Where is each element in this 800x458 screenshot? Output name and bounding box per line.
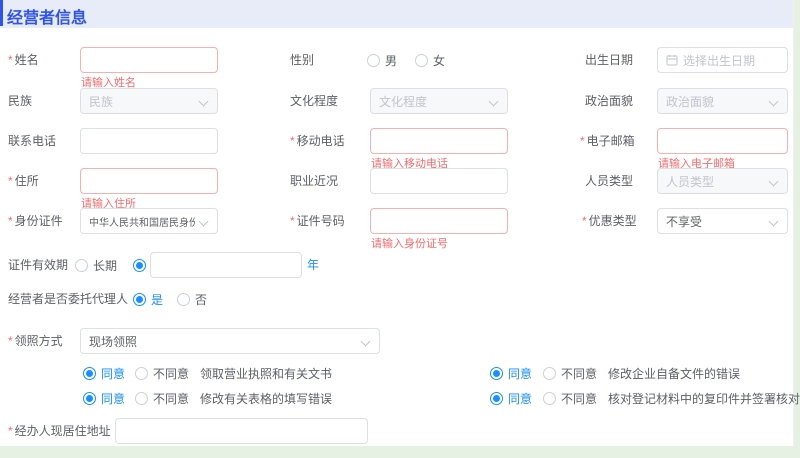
- chevron-down-icon: [199, 217, 209, 227]
- radio-icon: [177, 293, 190, 306]
- contact-phone-label: 联系电话: [8, 128, 56, 154]
- chevron-down-icon: [489, 97, 499, 107]
- agent-address-label: *经办人现居住地址: [8, 418, 111, 444]
- id-type-select[interactable]: 中华人民共和国居民身份证: [80, 208, 218, 234]
- chevron-down-icon: [361, 337, 371, 347]
- radio-icon: [415, 54, 428, 67]
- page-title: 经营者信息: [7, 4, 87, 28]
- id-validity-label: 证件有效期: [8, 252, 68, 278]
- gender-radio-female[interactable]: 女: [415, 53, 445, 67]
- gender-radio-male[interactable]: 男: [367, 53, 397, 67]
- education-label: 文化程度: [290, 88, 338, 114]
- email-input[interactable]: [658, 129, 787, 153]
- residence-label: *住所: [8, 168, 39, 194]
- entrust-radio-no[interactable]: 否: [177, 292, 207, 306]
- personnel-type-label: 人员类型: [585, 168, 633, 194]
- agreement-1-disagree-radio[interactable]: 不同意领取营业执照和有关文书: [135, 366, 332, 380]
- mobile-phone-input[interactable]: [371, 129, 507, 153]
- agent-address-field[interactable]: [115, 418, 368, 444]
- radio-icon: [75, 259, 88, 272]
- ethnicity-select[interactable]: 民族: [80, 88, 218, 114]
- header-accent-bar: [0, 0, 3, 26]
- radio-selected-icon: [133, 293, 146, 306]
- residence-field[interactable]: [80, 168, 218, 194]
- education-select[interactable]: 文化程度: [370, 88, 508, 114]
- agreement-3-description: 修改有关表格的填写错误: [200, 390, 332, 407]
- political-status-label: 政治面貌: [585, 88, 633, 114]
- contact-phone-input[interactable]: [81, 129, 217, 153]
- agreement-3-disagree-radio[interactable]: 不同意修改有关表格的填写错误: [135, 391, 332, 405]
- id-number-field[interactable]: [370, 208, 508, 234]
- section-header: 经营者信息: [0, 0, 793, 28]
- radio-icon: [135, 392, 148, 405]
- operator-info-panel: 经营者信息 *姓名 请输入姓名 性别 男 女 出生日期 选择出生日期 民族 民族…: [0, 0, 794, 446]
- id-type-label: *身份证件: [8, 208, 63, 234]
- mobile-phone-label: *移动电话: [290, 128, 345, 154]
- year-suffix: 年: [307, 252, 319, 278]
- radio-selected-icon: [490, 367, 503, 380]
- entrust-agent-label: 经营者是否委托代理人: [8, 286, 128, 312]
- birth-date-placeholder: 选择出生日期: [683, 52, 755, 69]
- radio-icon: [367, 54, 380, 67]
- agreement-3-agree-radio[interactable]: 同意: [83, 391, 125, 405]
- agreement-4-disagree-radio[interactable]: 不同意核对登记材料中的复印件并签署核对意见: [543, 391, 800, 405]
- preferential-type-label: *优惠类型: [582, 208, 637, 234]
- contact-phone-field[interactable]: [80, 128, 218, 154]
- agreement-2-agree-radio[interactable]: 同意: [490, 366, 532, 380]
- name-field[interactable]: [80, 47, 218, 73]
- birth-date-picker[interactable]: 选择出生日期: [657, 47, 788, 73]
- calendar-icon: [666, 54, 678, 66]
- agent-address-input[interactable]: [116, 419, 367, 443]
- name-label: *姓名: [8, 47, 39, 73]
- birth-date-label: 出生日期: [585, 47, 633, 73]
- agreement-4-description: 核对登记材料中的复印件并签署核对意见: [608, 390, 800, 407]
- ethnicity-label: 民族: [8, 88, 32, 114]
- name-input[interactable]: [81, 48, 217, 72]
- chevron-down-icon: [769, 217, 779, 227]
- email-label: *电子邮箱: [580, 128, 635, 154]
- id-number-error: 请输入身份证号: [371, 238, 448, 250]
- political-status-select[interactable]: 政治面貌: [657, 88, 788, 114]
- occupation-field[interactable]: [370, 168, 508, 194]
- email-field[interactable]: [657, 128, 788, 154]
- agreement-1-agree-radio[interactable]: 同意: [83, 366, 125, 380]
- chevron-down-icon: [199, 97, 209, 107]
- id-number-input[interactable]: [371, 209, 507, 233]
- entrust-radio-yes[interactable]: 是: [133, 292, 163, 306]
- validity-radio-long-term[interactable]: 长期: [75, 258, 117, 272]
- occupation-label: 职业近况: [290, 168, 338, 194]
- validity-years-field[interactable]: [150, 252, 302, 278]
- personnel-type-select[interactable]: 人员类型: [657, 168, 788, 194]
- radio-icon: [135, 367, 148, 380]
- agreement-2-disagree-radio[interactable]: 不同意修改企业自备文件的错误: [543, 366, 740, 380]
- chevron-down-icon: [769, 177, 779, 187]
- validity-years-input[interactable]: [151, 253, 301, 277]
- id-number-label: *证件号码: [290, 208, 345, 234]
- residence-input[interactable]: [81, 169, 217, 193]
- radio-selected-icon: [83, 392, 96, 405]
- agreement-1-description: 领取营业执照和有关文书: [200, 365, 332, 382]
- agreement-2-description: 修改企业自备文件的错误: [608, 365, 740, 382]
- radio-selected-icon: [490, 392, 503, 405]
- license-method-label: *领照方式: [8, 328, 63, 354]
- license-method-select[interactable]: 现场领照: [80, 328, 380, 354]
- radio-selected-icon: [83, 367, 96, 380]
- page: 经营者信息 *姓名 请输入姓名 性别 男 女 出生日期 选择出生日期 民族 民族…: [0, 0, 800, 458]
- preferential-type-select[interactable]: 不享受: [657, 208, 788, 234]
- radio-icon: [543, 392, 556, 405]
- validity-radio-years[interactable]: [133, 258, 146, 272]
- occupation-input[interactable]: [371, 169, 507, 193]
- mobile-phone-field[interactable]: [370, 128, 508, 154]
- chevron-down-icon: [769, 97, 779, 107]
- radio-icon: [543, 367, 556, 380]
- agreement-4-agree-radio[interactable]: 同意: [490, 391, 532, 405]
- gender-label: 性别: [290, 47, 314, 73]
- radio-selected-icon: [133, 259, 146, 272]
